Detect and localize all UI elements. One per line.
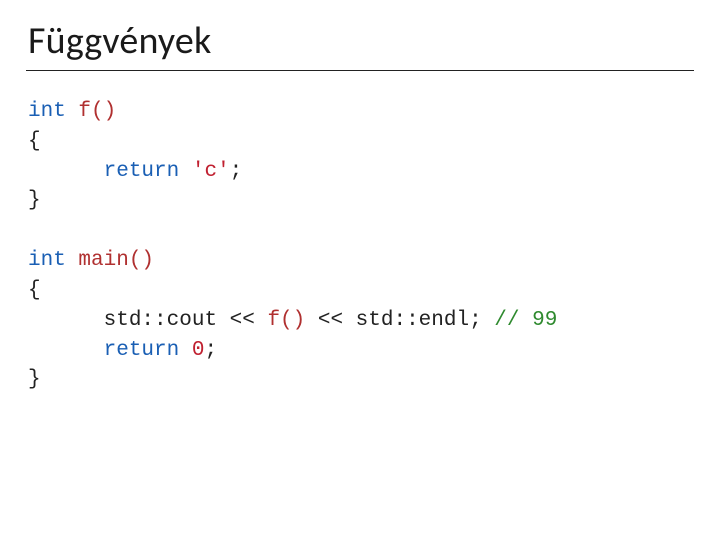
semicolon: ; bbox=[230, 160, 243, 183]
char-literal: 'c' bbox=[192, 160, 230, 183]
title-underline bbox=[26, 70, 694, 71]
number-literal: 0 bbox=[192, 339, 205, 362]
keyword-int: int bbox=[28, 249, 66, 272]
brace-close: } bbox=[28, 189, 41, 212]
brace-close: } bbox=[28, 368, 41, 391]
keyword-return: return bbox=[104, 339, 180, 362]
brace-open: { bbox=[28, 279, 41, 302]
code-block: int f() { return 'c'; } int main() { std… bbox=[28, 97, 692, 395]
cout-expr-a: std::cout << bbox=[104, 309, 268, 332]
func-f-decl: f() bbox=[66, 100, 116, 123]
keyword-int: int bbox=[28, 100, 66, 123]
space bbox=[179, 160, 192, 183]
brace-open: { bbox=[28, 130, 41, 153]
comment: // 99 bbox=[494, 309, 557, 332]
slide: Függvények int f() { return 'c'; } int m… bbox=[0, 0, 720, 540]
cout-expr-b: << std::endl; bbox=[305, 309, 494, 332]
semicolon: ; bbox=[204, 339, 217, 362]
func-f-call: f() bbox=[267, 309, 305, 332]
keyword-return: return bbox=[104, 160, 180, 183]
page-title: Függvények bbox=[28, 18, 692, 64]
func-main-decl: main() bbox=[66, 249, 154, 272]
space bbox=[179, 339, 192, 362]
